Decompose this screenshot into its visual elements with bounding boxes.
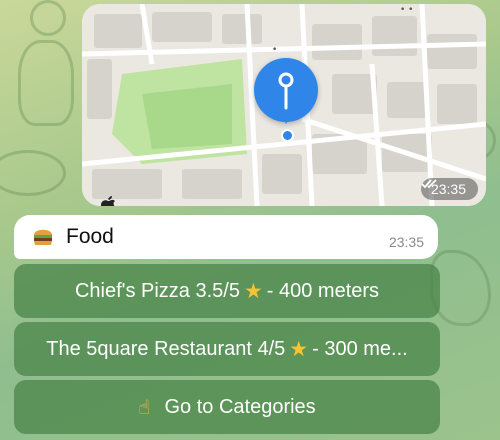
wallpaper-doodle <box>30 0 66 36</box>
map-message-meta: 23:35 <box>420 178 478 200</box>
star-icon: ★ <box>289 337 309 361</box>
location-map-message[interactable]: • • • 23:35 <box>82 4 486 206</box>
location-pin-tail <box>280 114 292 124</box>
svg-text:•: • <box>272 45 277 55</box>
button-distance: - 400 meters <box>266 279 380 302</box>
restaurant-button-chiefs-pizza[interactable]: Chief's Pizza 3.5/5 ★ - 400 meters <box>14 264 440 318</box>
location-point-icon <box>281 129 294 142</box>
go-to-categories-button[interactable]: ☝ Go to Categories <box>14 380 440 434</box>
wallpaper-doodle <box>18 40 74 126</box>
button-label: Go to Categories <box>164 395 316 418</box>
pointing-hand-icon: ☝ <box>138 396 151 419</box>
message-text: Food <box>66 225 114 248</box>
button-label: Chief's Pizza 3.5/5 <box>74 279 240 302</box>
wallpaper-doodle <box>0 150 66 196</box>
star-icon: ★ <box>243 279 263 303</box>
restaurant-button-5quare[interactable]: The 5quare Restaurant 4/5 ★ - 300 me... <box>14 322 440 376</box>
button-label: The 5quare Restaurant 4/5 <box>46 337 286 360</box>
food-message-bubble: Food 23:35 <box>14 215 438 259</box>
location-pin-icon <box>254 58 318 122</box>
button-distance: - 300 me... <box>312 337 408 360</box>
hamburger-icon <box>32 225 54 247</box>
message-time: 23:35 <box>388 234 424 250</box>
svg-text:• •: • • <box>400 5 413 15</box>
